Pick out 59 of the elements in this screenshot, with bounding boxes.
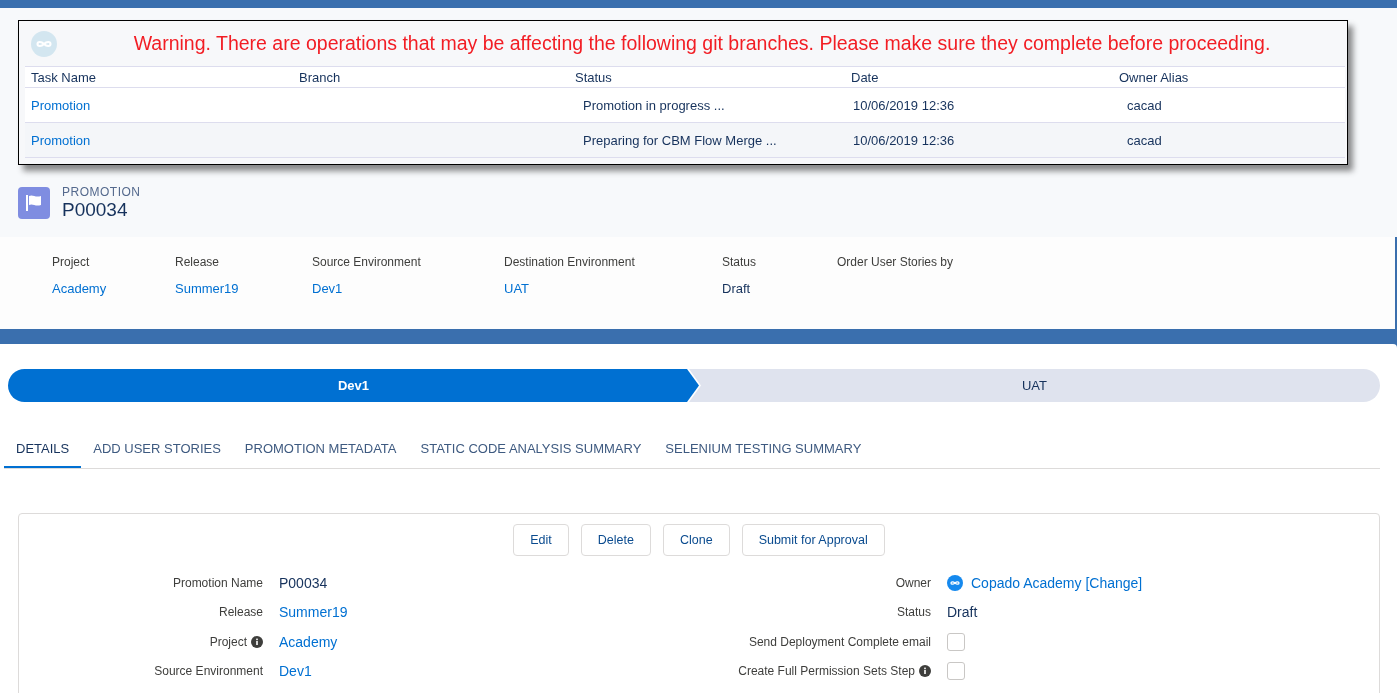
path-stage[interactable]: UAT — [689, 369, 1380, 402]
field-label: Project — [209, 634, 247, 649]
tab[interactable]: STATIC CODE ANALYSIS SUMMARY — [408, 437, 654, 468]
tab[interactable]: ADD USER STORIES — [81, 437, 233, 468]
field-value: P00034 — [279, 574, 328, 591]
checkbox[interactable] — [947, 632, 965, 651]
field-label: Promotion Name — [172, 575, 263, 590]
record-type: PROMOTION — [62, 185, 141, 199]
task-link[interactable]: Promotion — [31, 132, 91, 148]
tab[interactable]: PROMOTION METADATA — [232, 437, 409, 468]
column-header: Branch — [293, 66, 569, 88]
column-header: Date — [845, 66, 1113, 88]
highlight-value: Draft — [722, 281, 752, 296]
field-value: Draft — [947, 604, 978, 621]
field-label: Send Deployment Complete email — [748, 634, 931, 649]
field-link[interactable]: Summer19 — [279, 604, 348, 621]
warning-message: Warning. There are operations that may be affecting the following git branches. Please make sure they complete before proceeding. — [132, 32, 1272, 55]
action-button[interactable]: Delete — [580, 524, 651, 556]
table-cell-text: Promotion in progress ... — [582, 97, 725, 113]
highlight-label: Destination Environment — [504, 255, 636, 269]
highlight-link[interactable]: Dev1 — [312, 281, 504, 296]
field-label: Create Full Permission Sets Step — [738, 664, 915, 679]
info-icon — [251, 635, 263, 648]
field-link[interactable]: Dev1 — [279, 663, 312, 680]
column-header: Owner Alias — [1113, 66, 1345, 88]
column-header: Task Name — [25, 66, 293, 88]
user-avatar-icon — [947, 574, 963, 591]
record-name: P00034 — [62, 199, 129, 221]
field-label: Owner — [895, 575, 931, 590]
table-cell-text: 10/06/2019 12:36 — [852, 97, 955, 113]
path-stage[interactable]: Dev1 — [8, 369, 699, 402]
infinity-logo-icon — [31, 30, 57, 57]
column-header: Status — [569, 66, 845, 88]
action-button[interactable]: Clone — [662, 524, 730, 556]
info-icon — [919, 665, 931, 678]
field-link[interactable]: Academy — [279, 633, 338, 650]
highlight-link[interactable]: Summer19 — [175, 281, 312, 296]
highlight-label: Project — [52, 255, 91, 269]
highlight-link[interactable]: Academy — [52, 281, 175, 296]
checkbox[interactable] — [947, 662, 965, 681]
highlight-label: Order User Stories by — [837, 255, 955, 269]
owner-link[interactable]: Copado Academy [Change] — [971, 574, 1143, 591]
tab[interactable]: DETAILS — [4, 437, 82, 468]
field-label: Release — [218, 605, 263, 620]
tab[interactable]: SELENIUM TESTING SUMMARY — [653, 437, 874, 468]
table-cell-text: cacad — [1126, 97, 1162, 113]
task-link[interactable]: Promotion — [31, 97, 91, 113]
highlight-link[interactable]: UAT — [504, 281, 722, 296]
flag-icon — [18, 187, 50, 219]
table-cell-text: 10/06/2019 12:36 — [852, 132, 955, 148]
highlight-label: Release — [175, 255, 221, 269]
highlight-label: Source Environment — [312, 255, 422, 269]
table-cell-text: Preparing for CBM Flow Merge ... — [582, 132, 777, 148]
field-label: Status — [896, 605, 931, 620]
highlight-label: Status — [722, 255, 758, 269]
field-label: Source Environment — [154, 664, 263, 679]
action-button[interactable]: Edit — [513, 524, 569, 556]
action-button[interactable]: Submit for Approval — [741, 524, 885, 556]
table-cell-text: cacad — [1126, 132, 1162, 148]
